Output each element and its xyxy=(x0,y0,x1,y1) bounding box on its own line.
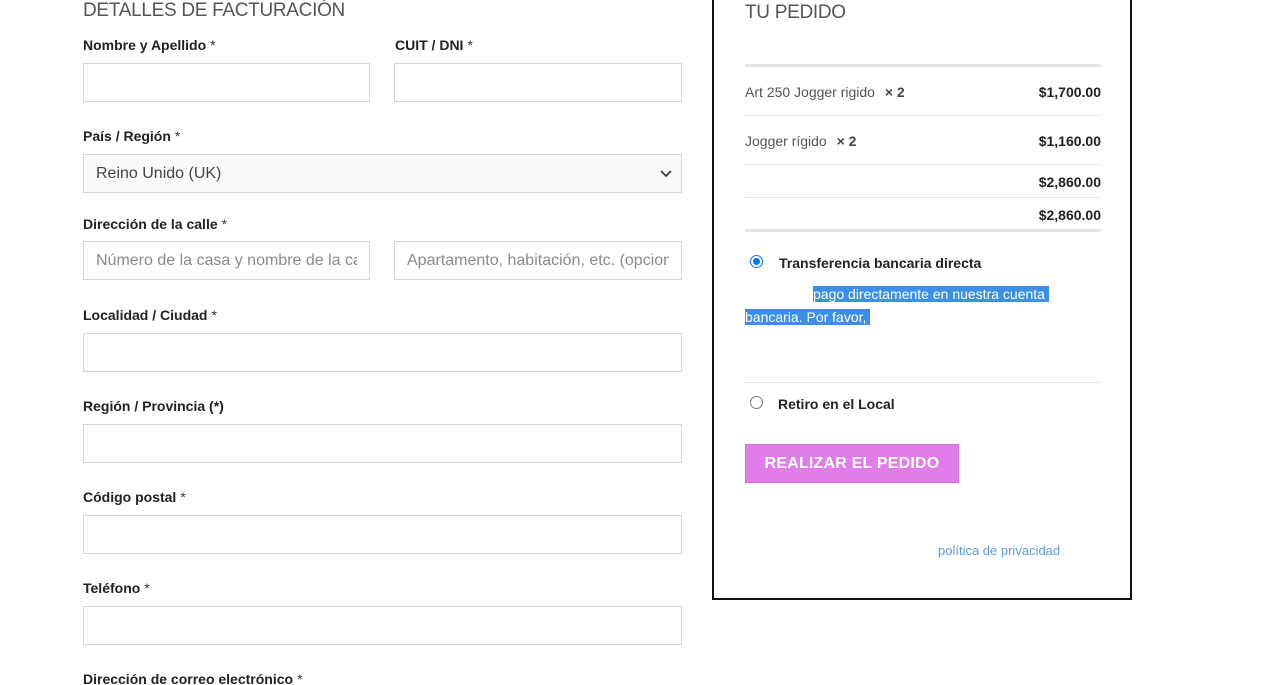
postal-label: Código postal * xyxy=(83,489,186,505)
item-qty: × 2 xyxy=(884,84,905,100)
total-value: $2,860.00 xyxy=(1038,207,1101,223)
order-title: TU PEDIDO xyxy=(745,2,846,23)
phone-label: Teléfono * xyxy=(83,580,150,596)
divider xyxy=(745,64,1101,67)
selected-text: bancaria. Por favor, xyxy=(745,309,867,325)
order-item: Art 250 Jogger rigido × 2 $1,700.00 xyxy=(745,84,1101,100)
selected-text: pago directamente en nuestra cuenta xyxy=(813,286,1045,302)
divider xyxy=(745,115,1101,116)
name-input[interactable] xyxy=(83,63,370,102)
order-summary: TU PEDIDO Art 250 Jogger rigido × 2 $1,7… xyxy=(712,0,1132,600)
pickup-radio[interactable] xyxy=(750,396,763,409)
bank-transfer-radio[interactable] xyxy=(750,255,763,268)
region-input[interactable] xyxy=(83,424,682,463)
place-order-button[interactable]: REALIZAR EL PEDIDO xyxy=(745,444,959,483)
total-row: $2,860.00 xyxy=(745,207,1101,225)
country-select-value: Reino Unido (UK) xyxy=(96,164,222,182)
privacy-policy-link[interactable]: política de privacidad xyxy=(938,543,1060,558)
cuit-input[interactable] xyxy=(394,63,682,102)
divider xyxy=(745,197,1101,198)
postal-input[interactable] xyxy=(83,515,682,554)
street-label: Dirección de la calle * xyxy=(83,216,228,232)
country-select[interactable]: Reino Unido (UK) xyxy=(83,154,682,193)
bank-transfer-description: pago directamente en nuestra cuenta banc… xyxy=(745,283,1075,329)
divider xyxy=(745,164,1101,165)
chevron-down-icon xyxy=(660,170,672,178)
subtotal-row: $2,860.00 xyxy=(745,174,1101,192)
order-item: Jogger rígido × 2 $1,160.00 xyxy=(745,133,1101,149)
street-input[interactable] xyxy=(83,241,370,280)
item-price: $1,160.00 xyxy=(1038,133,1101,149)
phone-input[interactable] xyxy=(83,606,682,645)
region-label: Región / Provincia (*) xyxy=(83,398,224,414)
city-label: Localidad / Ciudad * xyxy=(83,307,217,323)
item-name: Art 250 Jogger rigido xyxy=(745,84,875,100)
billing-title: DETALLES DE FACTURACIÓN xyxy=(83,0,345,21)
item-name: Jogger rígido xyxy=(745,133,827,149)
item-qty: × 2 xyxy=(836,133,857,149)
divider xyxy=(745,229,1101,232)
city-input[interactable] xyxy=(83,333,682,372)
country-label: País / Región * xyxy=(83,128,181,144)
divider xyxy=(745,382,1101,383)
name-label: Nombre y Apellido * xyxy=(83,37,216,53)
bank-transfer-label[interactable]: Transferencia bancaria directa xyxy=(779,255,981,271)
item-price: $1,700.00 xyxy=(1038,84,1101,100)
apartment-input[interactable] xyxy=(394,241,682,280)
pickup-label[interactable]: Retiro en el Local xyxy=(778,396,895,412)
subtotal-value: $2,860.00 xyxy=(1038,174,1101,190)
cuit-label: CUIT / DNI * xyxy=(395,37,473,53)
email-label: Dirección de correo electrónico * xyxy=(83,671,303,685)
